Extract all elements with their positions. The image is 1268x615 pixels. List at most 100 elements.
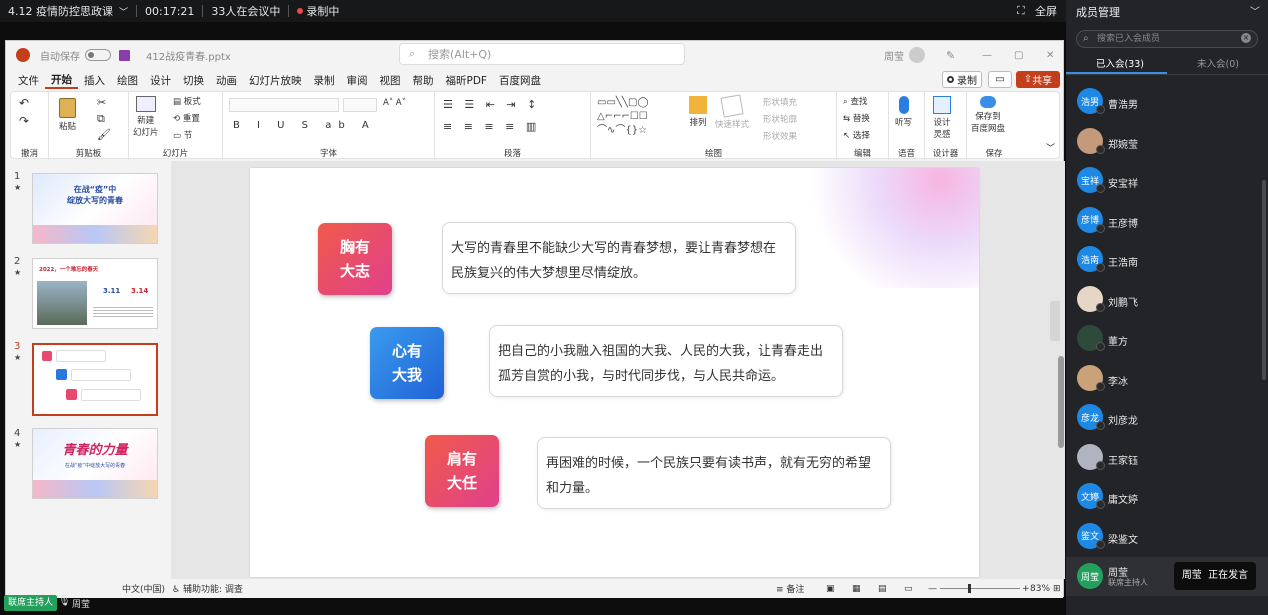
paste-button[interactable]: 粘贴 xyxy=(59,98,76,132)
sidebar-scrollbar[interactable] xyxy=(1262,180,1266,380)
undo-icon[interactable]: ↶ xyxy=(19,96,29,110)
member-search-input[interactable]: ⌕ 搜索已入会成员 × xyxy=(1076,30,1258,48)
record-button[interactable]: 录制 xyxy=(942,71,982,88)
slide-thumbnail-4[interactable]: 青春的力量 在战“疫”中绽放大写的青春 xyxy=(32,428,158,499)
text-box-2[interactable]: 把自己的小我融入祖国的大我、人民的大我，让青春走出孤芳自赏的小我，与时代同步伐，… xyxy=(489,325,843,397)
member-row[interactable]: 彦博 王彦博 xyxy=(1066,203,1268,242)
zoom-level[interactable]: 83% xyxy=(1030,584,1050,594)
sorter-view-icon[interactable]: ▦ xyxy=(852,584,861,594)
vertical-scrollbar[interactable] xyxy=(1057,161,1065,579)
tab-joined[interactable]: 已入会(33) xyxy=(1096,56,1144,70)
zoom-out-icon[interactable]: — xyxy=(928,584,937,594)
member-row[interactable]: 文婷 庸文婷 xyxy=(1066,479,1268,518)
menu-design[interactable]: 设计 xyxy=(144,73,177,88)
cut-icon[interactable]: ✂ xyxy=(97,96,106,109)
ribbon-collapse-icon[interactable]: ﹀ xyxy=(1046,141,1055,154)
sidebar-collapse-icon[interactable]: ﹀ xyxy=(1250,3,1260,18)
slide-thumbnail-1[interactable]: 在战“疫”中 绽放大写的青春 xyxy=(32,173,158,244)
shape-effect-button[interactable]: 形状效果 xyxy=(763,130,797,142)
reset-button[interactable]: ⟲ 重置 xyxy=(173,112,200,124)
menu-file[interactable]: 文件 xyxy=(12,73,45,88)
search-input[interactable]: ⌕ 搜索(Alt+Q) xyxy=(399,43,685,65)
close-icon[interactable]: ✕ xyxy=(1046,50,1054,61)
font-format-icons[interactable]: B I U S ab A xyxy=(233,120,376,131)
zoom-slider[interactable] xyxy=(940,584,1020,593)
member-row[interactable]: 郑婉莹 xyxy=(1066,124,1268,163)
menu-slideshow[interactable]: 幻灯片放映 xyxy=(243,73,308,88)
font-family-select[interactable] xyxy=(229,98,339,112)
menu-help[interactable]: 帮助 xyxy=(407,73,440,88)
tab-not-joined[interactable]: 未入会(0) xyxy=(1197,56,1239,70)
menu-review[interactable]: 审阅 xyxy=(341,73,374,88)
fullscreen-button[interactable]: 全屏 xyxy=(1035,3,1057,19)
user-avatar[interactable] xyxy=(909,47,925,63)
file-name[interactable]: 412战疫青春.pptx xyxy=(146,48,231,63)
pen-icon[interactable]: ✎ xyxy=(946,49,955,62)
normal-view-icon[interactable]: ▣ xyxy=(826,584,835,594)
font-size-select[interactable] xyxy=(343,98,377,112)
designer-button[interactable]: 设计 灵感 xyxy=(933,96,951,140)
menu-view[interactable]: 视图 xyxy=(374,73,407,88)
notes-button[interactable]: ≡ 备注 xyxy=(776,582,804,595)
language-status[interactable]: 中文(中国) xyxy=(122,582,165,595)
member-row[interactable]: 董方 xyxy=(1066,321,1268,360)
accessibility-status[interactable]: ♿ 辅助功能: 调查 xyxy=(172,582,243,595)
align-icons[interactable]: ≡ ≡ ≡ ≡ ▥ xyxy=(443,120,540,133)
menu-record[interactable]: 录制 xyxy=(308,73,341,88)
member-row[interactable]: 宝祥 安宝祥 xyxy=(1066,163,1268,202)
slide-thumbnail-3[interactable] xyxy=(32,343,158,416)
collapse-panel-handle[interactable] xyxy=(1050,301,1060,341)
menu-baidu[interactable]: 百度网盘 xyxy=(493,73,547,88)
member-row[interactable]: 刘鹏飞 xyxy=(1066,282,1268,321)
section-button[interactable]: ▭ 节 xyxy=(173,129,192,141)
clear-icon[interactable]: × xyxy=(1241,33,1251,43)
text-box-1[interactable]: 大写的青春里不能缺少大写的青春梦想，要让青春梦想在民族复兴的伟大梦想里尽情绽放。 xyxy=(442,222,796,294)
shapes-gallery[interactable]: ▭▭╲╲▢◯ △⌐⌐⌐☐☐ ⌒∿⌒{}☆ xyxy=(597,96,681,140)
reading-view-icon[interactable]: ▤ xyxy=(878,584,887,594)
save-baidu-button[interactable]: 保存到 百度网盘 xyxy=(971,96,1005,134)
slideshow-view-icon[interactable]: ▭ xyxy=(904,584,913,594)
replace-button[interactable]: ⇆ 替换 xyxy=(843,112,870,124)
member-row[interactable]: 李冰 xyxy=(1066,361,1268,400)
maximize-icon[interactable]: ▢ xyxy=(1014,50,1023,61)
find-button[interactable]: ⌕ 查找 xyxy=(843,95,867,107)
scroll-thumb[interactable] xyxy=(1058,356,1064,448)
chevron-down-icon[interactable]: ﹀ xyxy=(119,5,128,18)
arrange-button[interactable]: 排列 xyxy=(689,96,707,128)
menu-animations[interactable]: 动画 xyxy=(210,73,243,88)
dictate-button[interactable]: 听写 xyxy=(895,96,912,128)
shape-fill-button[interactable]: 形状填充 xyxy=(763,96,797,108)
member-row[interactable]: 彦龙 刘彦龙 xyxy=(1066,400,1268,439)
text-box-3[interactable]: 再困难的时候，一个民族只要有读书声，就有无穷的希望和力量。 xyxy=(537,437,891,509)
member-row[interactable]: 鉴文 梁鉴文 xyxy=(1066,519,1268,558)
minimize-icon[interactable]: — xyxy=(982,50,992,61)
member-row[interactable]: 王家钰 xyxy=(1066,440,1268,479)
member-row[interactable]: 浩南 王浩南 xyxy=(1066,242,1268,281)
zoom-in-icon[interactable]: + xyxy=(1022,584,1030,594)
fit-slide-icon[interactable]: ⊞ xyxy=(1053,584,1061,594)
autosave-toggle[interactable] xyxy=(85,49,111,61)
format-painter-icon[interactable]: 🖌 xyxy=(97,128,111,141)
menu-draw[interactable]: 绘图 xyxy=(111,73,144,88)
select-button[interactable]: ↖ 选择 xyxy=(843,129,870,141)
comment-icon[interactable]: ▭ xyxy=(988,71,1012,88)
share-button[interactable]: ⇪ 共享 xyxy=(1016,71,1060,88)
menu-insert[interactable]: 插入 xyxy=(78,73,111,88)
menu-foxit[interactable]: 福昕PDF xyxy=(440,73,493,88)
redo-icon[interactable]: ↷ xyxy=(19,114,29,128)
slide-thumbnail-2[interactable]: 2022，一个难忘的春天 3.11 3.14 xyxy=(32,258,158,329)
member-row[interactable]: 浩男 曹浩男 xyxy=(1066,84,1268,123)
copy-icon[interactable]: ⧉ xyxy=(97,112,105,126)
list-icons[interactable]: ☰ ☰ ⇤ ⇥ ↕ xyxy=(443,98,540,111)
layout-button[interactable]: ▤ 板式 xyxy=(173,95,201,107)
grow-font-icon[interactable]: A˄ A˅ xyxy=(383,98,406,108)
quick-styles-button[interactable]: 快速样式 xyxy=(715,94,749,130)
menu-transitions[interactable]: 切换 xyxy=(177,73,210,88)
slide-canvas[interactable]: 胸有 大志 大写的青春里不能缺少大写的青春梦想，要让青春梦想在民族复兴的伟大梦想里… xyxy=(250,168,979,577)
save-icon[interactable] xyxy=(119,49,130,61)
shape-outline-button[interactable]: 形状轮廓 xyxy=(763,113,797,125)
meeting-title[interactable]: 4.12 疫情防控思政课 xyxy=(8,3,113,19)
menu-home[interactable]: 开始 xyxy=(45,72,78,89)
new-slide-button[interactable]: 新建 幻灯片 xyxy=(133,96,159,138)
fullscreen-icon[interactable]: ⛶ xyxy=(1017,4,1025,18)
